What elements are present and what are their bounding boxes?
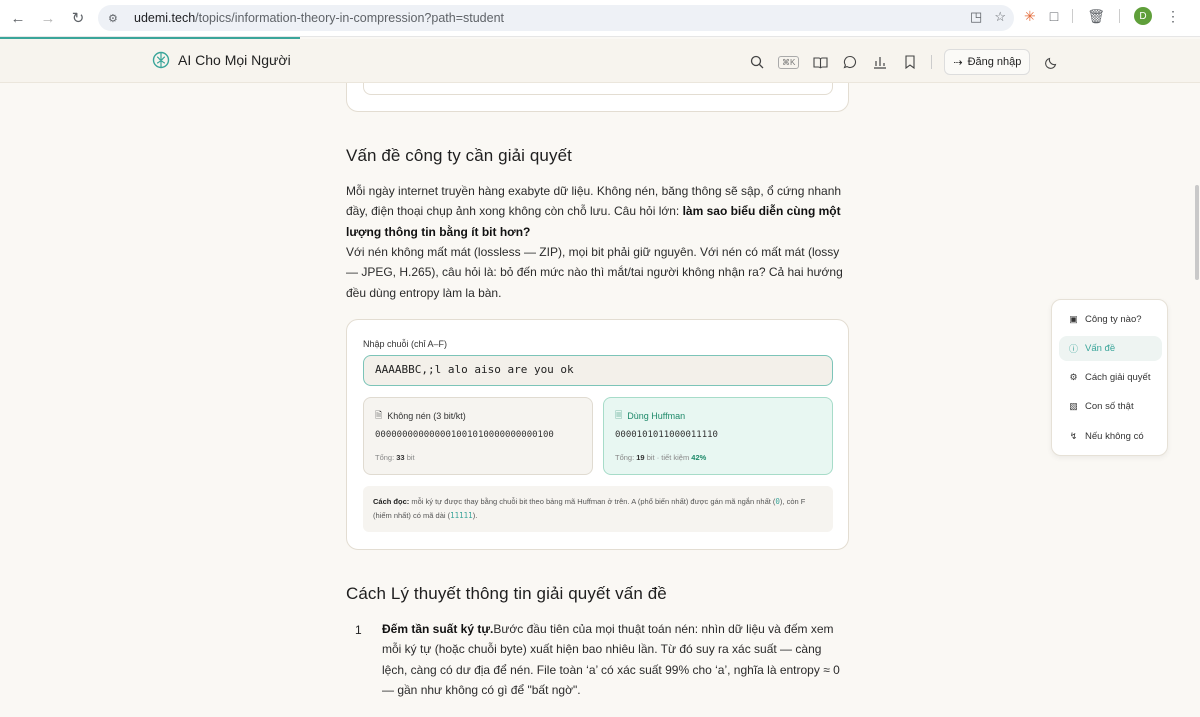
brand-name: AI Cho Mọi Người xyxy=(178,52,291,68)
bookmark-star-icon[interactable]: ☆ xyxy=(994,9,1006,25)
huffman-box: 🗏 Dùng Huffman 0000101011000011110 Tổng:… xyxy=(603,397,833,475)
browser-menu-icon[interactable]: ⋮ xyxy=(1166,8,1180,25)
question-circle-icon: ⓘ xyxy=(1068,344,1078,354)
previous-inner-box xyxy=(363,83,833,95)
bar-chart-icon: ▧ xyxy=(1069,401,1078,411)
huffman-bits: 0000101011000011110 xyxy=(615,430,718,440)
site-header: AI Cho Mọi Người ⌘K ⇢ Đăng nhập xyxy=(0,39,1200,83)
divider xyxy=(931,55,933,69)
address-bar[interactable]: ⚙ udemi.tech/topics/information-theory-i… xyxy=(98,5,1014,31)
uncompressed-title: Không nén (3 bit/kt) xyxy=(387,411,466,421)
divider xyxy=(1072,9,1074,23)
huffman-title: Dùng Huffman xyxy=(627,411,686,421)
login-icon: ⇢ xyxy=(953,56,963,69)
list-item-number: 1 xyxy=(355,623,362,637)
page-scrollbar[interactable] xyxy=(1195,185,1199,280)
reload-icon[interactable]: ↻ xyxy=(66,6,90,30)
demo-string-input[interactable]: AAAABBC,;l alo aiso are you ok xyxy=(363,355,833,386)
extensions-puzzle-icon[interactable]: □ xyxy=(1050,8,1058,24)
uncompressed-box: 🗎 Không nén (3 bit/kt) 00000000000000100… xyxy=(363,397,593,475)
url-text[interactable]: udemi.tech/topics/information-theory-in-… xyxy=(134,11,504,25)
uncompressed-total: Tổng: 33 bit xyxy=(375,453,415,462)
file-zip-icon: 🗏 xyxy=(615,410,623,420)
site-settings-icon[interactable]: ⚙ xyxy=(108,12,126,25)
forward-icon[interactable]: → xyxy=(36,6,60,30)
previous-section-card xyxy=(346,83,849,112)
extension-claude-icon[interactable]: ✳ xyxy=(1024,8,1036,25)
table-of-contents: ▣ Công ty nào? ⓘ Vấn đề ⚙ Cách giải quyế… xyxy=(1051,299,1168,456)
back-icon[interactable]: ← xyxy=(6,6,30,30)
branch-icon: ↯ xyxy=(1069,431,1078,441)
bookmark-icon[interactable] xyxy=(901,53,919,71)
building-icon: ▣ xyxy=(1069,314,1078,324)
problem-paragraph-2: Với nén không mất mát (lossless — ZIP), … xyxy=(346,245,843,300)
chat-icon[interactable] xyxy=(841,53,859,71)
demo-input-label: Nhập chuỗi (chỉ A–F) xyxy=(363,339,448,349)
huffman-demo-card: Nhập chuỗi (chỉ A–F) AAAABBC,;l alo aiso… xyxy=(346,319,849,550)
problem-paragraph-1: Mỗi ngày internet truyền hàng exabyte dữ… xyxy=(346,184,842,239)
toc-item-solution[interactable]: ⚙ Cách giải quyết xyxy=(1059,365,1162,390)
translate-icon[interactable]: ◳ xyxy=(970,9,982,25)
book-icon[interactable] xyxy=(811,53,829,71)
divider xyxy=(1118,9,1120,23)
toc-item-without[interactable]: ↯ Nếu không có xyxy=(1059,424,1162,449)
bar-chart-icon[interactable] xyxy=(871,53,889,71)
huffman-total: Tổng: 19 bit · tiết kiệm 42% xyxy=(615,453,707,462)
login-label: Đăng nhập xyxy=(967,56,1022,68)
section-heading-problem: Vấn đề công ty cần giải quyết xyxy=(346,146,572,165)
uncompressed-bits: 000000000000001001010000000000100 xyxy=(375,430,554,440)
brand-link[interactable]: AI Cho Mọi Người xyxy=(152,51,291,69)
toc-item-company[interactable]: ▣ Công ty nào? xyxy=(1059,307,1162,332)
list-item-text: Đếm tần suất ký tự.Bước đầu tiên của mọi… xyxy=(382,622,840,697)
browser-toolbar: ← → ↻ ⚙ udemi.tech/topics/information-th… xyxy=(0,0,1200,37)
toc-item-problem[interactable]: ⓘ Vấn đề xyxy=(1059,336,1162,361)
login-button[interactable]: ⇢ Đăng nhập xyxy=(944,49,1031,75)
brain-logo-icon xyxy=(152,51,170,69)
search-icon[interactable] xyxy=(748,53,766,71)
profile-avatar[interactable]: D xyxy=(1133,7,1152,25)
search-shortcut-badge: ⌘K xyxy=(778,55,800,69)
gear-icon: ⚙ xyxy=(1069,372,1078,382)
trash-icon[interactable]: 🗑 xyxy=(1087,8,1105,25)
file-icon: 🗎 xyxy=(375,410,383,420)
toc-item-numbers[interactable]: ▧ Con số thật xyxy=(1059,394,1162,419)
section-heading-solution: Cách Lý thuyết thông tin giải quyết vấn … xyxy=(346,584,667,603)
dark-mode-moon-icon[interactable] xyxy=(1042,53,1060,71)
how-to-read-note: Cách đọc: mỗi ký tự được thay bằng chuỗi… xyxy=(363,486,833,532)
